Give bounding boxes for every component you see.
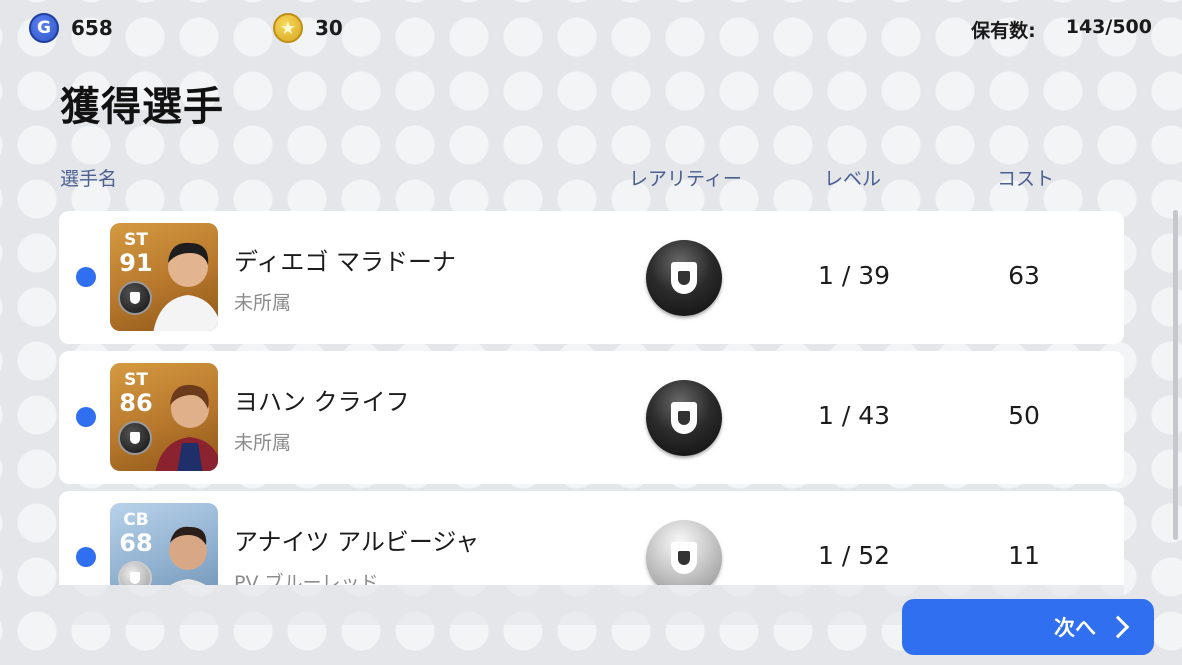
coin-balance: ★ 30 bbox=[273, 13, 343, 43]
player-name: ディエゴ マラドーナ bbox=[234, 248, 456, 276]
new-indicator-dot bbox=[76, 407, 96, 427]
holdings-label: 保有数: bbox=[971, 20, 1036, 42]
chevron-right-icon bbox=[1106, 615, 1130, 639]
page-title: 獲得選手 bbox=[60, 84, 224, 130]
holdings-value: 143/500 bbox=[1065, 16, 1152, 38]
list-scrollbar[interactable] bbox=[1173, 210, 1178, 540]
player-level: 1 / 52 bbox=[817, 541, 891, 570]
player-team: 未所属 bbox=[234, 292, 292, 314]
player-holdings: 保有数: 143/500 bbox=[971, 16, 1152, 43]
next-button[interactable]: 次へ bbox=[902, 599, 1154, 655]
gp-coin-icon: G bbox=[29, 13, 59, 43]
star-coin-icon: ★ bbox=[273, 13, 303, 43]
player-team: 未所属 bbox=[234, 432, 292, 454]
coin-value: 30 bbox=[315, 16, 343, 40]
gp-value: 658 bbox=[71, 16, 113, 40]
player-cost: 50 bbox=[1008, 401, 1040, 430]
player-row[interactable]: CB 68 アナイツ アルビージャ PV ブルーレッド 1 / 52 11 bbox=[59, 491, 1124, 585]
black-ball-icon bbox=[646, 380, 722, 456]
gp-balance: G 658 bbox=[29, 13, 113, 43]
player-list[interactable]: ST 91 ディエゴ マラドーナ 未所属 1 / 39 63 ST 86 ヨハン… bbox=[59, 211, 1124, 585]
player-card-image: ST 86 bbox=[110, 363, 218, 471]
column-header-rarity: レアリティー bbox=[629, 168, 742, 190]
column-header-cost: コスト bbox=[997, 168, 1055, 190]
new-indicator-dot bbox=[76, 267, 96, 287]
column-header-name: 選手名 bbox=[60, 168, 118, 190]
player-team: PV ブルーレッド bbox=[234, 572, 379, 585]
player-level: 1 / 39 bbox=[817, 261, 891, 290]
silver-ball-icon bbox=[646, 520, 722, 585]
player-cost: 11 bbox=[1008, 541, 1040, 570]
next-button-label: 次へ bbox=[1054, 616, 1096, 640]
player-portrait-icon bbox=[169, 526, 207, 585]
player-level: 1 / 43 bbox=[817, 401, 891, 430]
player-row[interactable]: ST 86 ヨハン クライフ 未所属 1 / 43 50 bbox=[59, 351, 1124, 484]
player-name: ヨハン クライフ bbox=[234, 388, 410, 416]
black-ball-icon bbox=[646, 240, 722, 316]
player-card-image: CB 68 bbox=[110, 503, 218, 585]
player-cost: 63 bbox=[1008, 261, 1040, 290]
top-bar: G 658 ★ 30 保有数: 143/500 bbox=[0, 0, 1182, 56]
player-name: アナイツ アルビージャ bbox=[234, 528, 480, 556]
player-portrait-icon bbox=[153, 242, 218, 331]
player-card-image: ST 91 bbox=[110, 223, 218, 331]
new-indicator-dot bbox=[76, 547, 96, 567]
column-header-level: レベル bbox=[824, 168, 882, 190]
player-portrait-icon bbox=[155, 384, 218, 471]
player-row[interactable]: ST 91 ディエゴ マラドーナ 未所属 1 / 39 63 bbox=[59, 211, 1124, 344]
